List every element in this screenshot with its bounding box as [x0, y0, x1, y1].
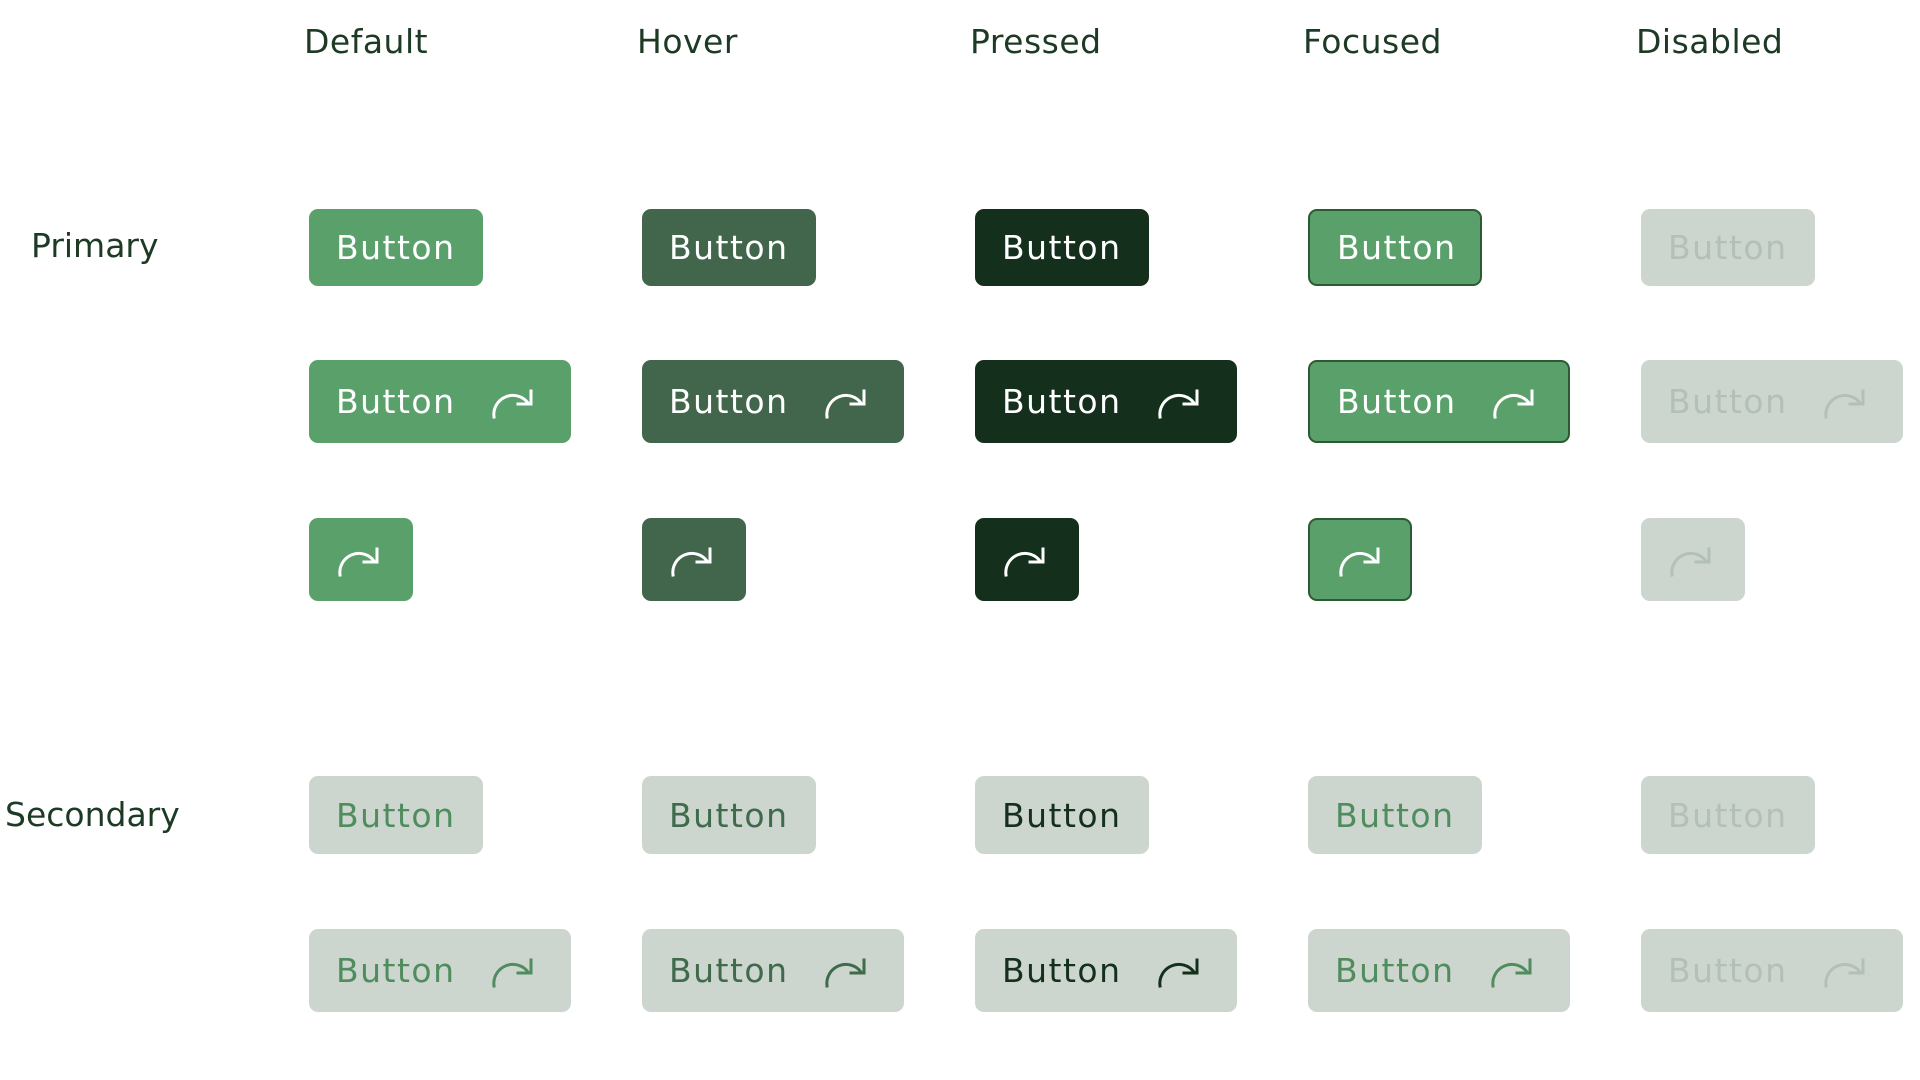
button-label: Button [336, 795, 456, 835]
secondary-button-focused-with-icon[interactable]: Button [1308, 929, 1570, 1012]
primary-button-disabled-icon-only[interactable] [1641, 518, 1745, 601]
primary-button-pressed-with-icon[interactable]: Button [975, 360, 1237, 443]
primary-button-disabled[interactable]: Button [1641, 209, 1815, 286]
button-label: Button [669, 795, 789, 835]
primary-button-pressed-icon-only[interactable] [975, 518, 1079, 601]
primary-button-focused-icon-only[interactable] [1308, 518, 1412, 601]
column-header-pressed: Pressed [970, 22, 1102, 61]
redo-arrow-icon [492, 389, 533, 419]
button-label: Button [336, 951, 456, 990]
redo-arrow-icon [1339, 547, 1380, 577]
button-label: Button [669, 228, 789, 267]
redo-arrow-icon [338, 547, 379, 577]
column-header-default: Default [304, 22, 429, 61]
button-label: Button [1668, 795, 1788, 835]
button-label: Button [336, 382, 456, 421]
button-label: Button [669, 951, 789, 990]
primary-button-hover-with-icon[interactable]: Button [642, 360, 904, 443]
secondary-button-focused[interactable]: Button [1308, 776, 1482, 854]
button-label: Button [1668, 382, 1788, 421]
primary-button-hover[interactable]: Button [642, 209, 816, 286]
redo-arrow-icon [1670, 547, 1711, 577]
primary-button-hover-icon-only[interactable] [642, 518, 746, 601]
secondary-button-disabled[interactable]: Button [1641, 776, 1815, 854]
primary-button-pressed[interactable]: Button [975, 209, 1149, 286]
row-label-secondary: Secondary [5, 795, 180, 834]
redo-arrow-icon [825, 389, 866, 419]
redo-arrow-icon [492, 958, 533, 988]
button-label: Button [1337, 228, 1457, 267]
redo-arrow-icon [1824, 958, 1865, 988]
button-label: Button [1002, 382, 1122, 421]
primary-button-focused[interactable]: Button [1308, 209, 1482, 286]
button-label: Button [1002, 951, 1122, 990]
column-header-disabled: Disabled [1636, 22, 1784, 61]
button-label: Button [1335, 795, 1455, 835]
column-header-focused: Focused [1303, 22, 1442, 61]
button-label: Button [336, 228, 456, 267]
button-label: Button [669, 382, 789, 421]
secondary-button-hover-with-icon[interactable]: Button [642, 929, 904, 1012]
redo-arrow-icon [1158, 958, 1199, 988]
primary-button-focused-with-icon[interactable]: Button [1308, 360, 1570, 443]
secondary-button-default[interactable]: Button [309, 776, 483, 854]
redo-arrow-icon [1493, 389, 1534, 419]
button-label: Button [1668, 951, 1788, 990]
redo-arrow-icon [1158, 389, 1199, 419]
redo-arrow-icon [1824, 389, 1865, 419]
primary-button-default-with-icon[interactable]: Button [309, 360, 571, 443]
button-label: Button [1335, 951, 1455, 990]
column-header-hover: Hover [637, 22, 738, 61]
redo-arrow-icon [671, 547, 712, 577]
primary-button-default-icon-only[interactable] [309, 518, 413, 601]
button-label: Button [1002, 228, 1122, 267]
redo-arrow-icon [1004, 547, 1045, 577]
button-label: Button [1668, 228, 1788, 267]
secondary-button-default-with-icon[interactable]: Button [309, 929, 571, 1012]
secondary-button-hover[interactable]: Button [642, 776, 816, 854]
secondary-button-disabled-with-icon[interactable]: Button [1641, 929, 1903, 1012]
redo-arrow-icon [1491, 958, 1532, 988]
secondary-button-pressed[interactable]: Button [975, 776, 1149, 854]
redo-arrow-icon [825, 958, 866, 988]
button-label: Button [1002, 795, 1122, 835]
primary-button-disabled-with-icon[interactable]: Button [1641, 360, 1903, 443]
button-label: Button [1337, 382, 1457, 421]
secondary-button-pressed-with-icon[interactable]: Button [975, 929, 1237, 1012]
primary-button-default[interactable]: Button [309, 209, 483, 286]
row-label-primary: Primary [31, 226, 159, 265]
